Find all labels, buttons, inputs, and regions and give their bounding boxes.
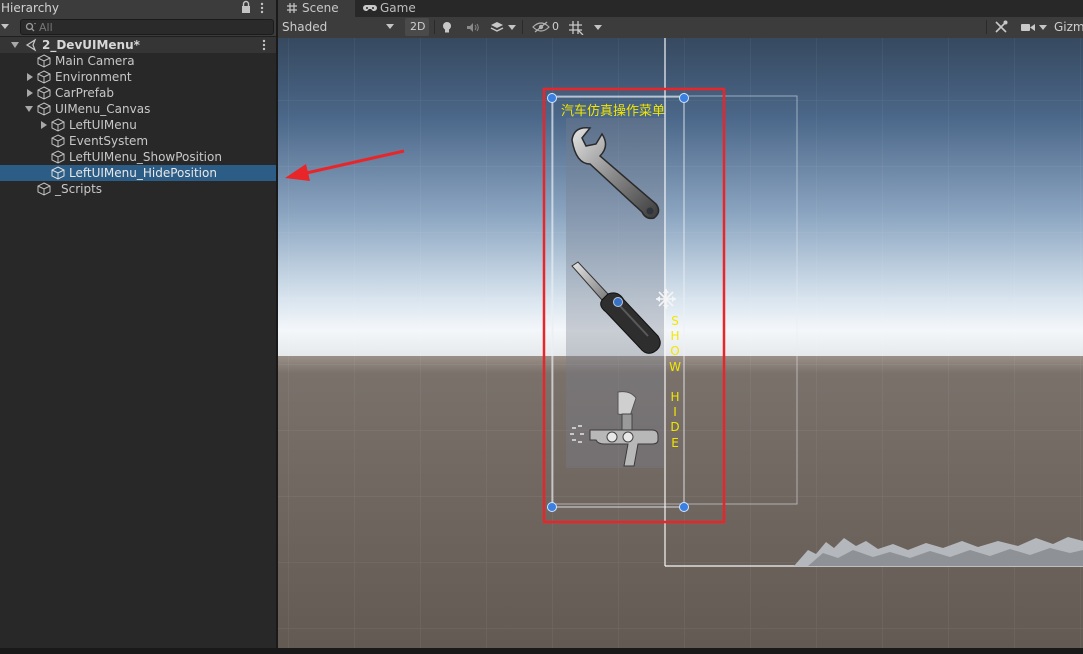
ui-menu-title: 汽车仿真操作菜单 [561,104,666,119]
unity-scene-icon [25,38,37,52]
move-gizmo-icon[interactable] [655,288,677,310]
tools-crossed-icon [995,20,1008,33]
wrench-icon[interactable] [568,124,664,220]
speaker-icon [467,23,479,32]
scene-toolbar: Shaded 2D 0 Gizm [278,17,1083,39]
hierarchy-item-label: Environment [55,70,132,84]
chevron-down-icon [508,25,516,30]
rect-handle-bottom-left[interactable] [547,502,557,512]
panel-menu-icon[interactable] [257,1,267,15]
spray-gun-icon[interactable] [568,390,664,470]
hidden-eye-icon [532,21,550,33]
scene-root-row[interactable]: 2_DevUIMenu* [0,37,276,53]
toolbar-divider [522,20,523,34]
hierarchy-item-label: Main Camera [55,54,135,68]
tab-game[interactable]: Game [355,0,435,17]
hierarchy-item-scripts[interactable]: _Scripts [0,181,276,197]
expand-arrow-open-icon[interactable] [25,105,33,113]
gameobject-cube-icon [51,150,65,164]
scene-viewport[interactable]: 汽车仿真操作菜单 S H O W H I D E [278,38,1083,648]
chevron-down-icon [1039,25,1047,30]
grid-hash-icon [287,3,297,13]
lightbulb-icon [443,22,451,33]
pivot-handle[interactable] [613,297,623,307]
gizmos-label: Gizmos [1054,20,1083,34]
rect-handle-top-left[interactable] [547,93,557,103]
toggle-2d-button[interactable]: 2D [405,18,429,36]
show-hide-toggle[interactable]: S H O W H I D E [669,314,681,451]
hierarchy-item-label: _Scripts [55,182,103,196]
hierarchy-item-leftuimenu-hideposition[interactable]: LeftUIMenu_HidePosition [0,165,276,181]
hierarchy-item-eventsystem[interactable]: EventSystem [0,133,276,149]
hierarchy-item-leftuimenu-showposition[interactable]: LeftUIMenu_ShowPosition [0,149,276,165]
annotation-arrow-icon [285,149,405,181]
chevron-down-icon [594,25,602,30]
toolbar-divider [986,20,987,34]
hierarchy-panel: Hierarchy 2_DevUIMenu* Main Ca [0,0,276,648]
scene-tools-button[interactable] [992,18,1010,36]
expand-arrow-closed-icon[interactable] [26,73,34,81]
hierarchy-search-input[interactable] [39,20,259,34]
scene-visibility-toggle[interactable]: 0 [528,18,562,36]
gameobject-cube-icon [51,166,65,180]
hierarchy-tab[interactable]: Hierarchy [0,0,276,18]
gameobject-cube-icon [37,182,51,196]
expand-arrow-open-icon[interactable] [11,41,19,49]
video-camera-icon [1021,24,1035,31]
expand-arrow-closed-icon[interactable] [40,121,48,129]
rect-handle-top-right[interactable] [679,93,689,103]
grid-snap-icon [569,21,584,35]
gameobject-cube-icon [51,134,65,148]
expand-arrow-closed-icon[interactable] [26,89,34,97]
scene-audio-toggle[interactable] [464,18,482,36]
toggle-2d-label: 2D [410,20,426,33]
grid-snapping-dropdown[interactable] [566,18,606,36]
hierarchy-tab-title: Hierarchy [1,1,60,15]
scene-name: 2_DevUIMenu* [42,38,140,52]
hierarchy-item-label: LeftUIMenu [69,118,137,132]
rect-handle-bottom-right[interactable] [679,502,689,512]
hierarchy-search-field[interactable] [20,19,274,35]
gizmos-dropdown[interactable]: Gizmos [1050,18,1083,36]
gameobject-cube-icon [37,86,51,100]
toolbar-divider [434,20,435,34]
hierarchy-toolbar [0,17,276,37]
gameobject-cube-icon [37,70,51,84]
tab-game-label: Game [380,1,416,15]
scene-lighting-toggle[interactable] [438,18,456,36]
scene-tabbar: Scene Game [278,0,1083,17]
hierarchy-item-label: UIMenu_Canvas [55,102,151,116]
gameobject-cube-icon [37,54,51,68]
scene-panel: Scene Game Shaded 2D 0 Gizm 汽车仿真操作菜单 S H… [278,0,1083,648]
tab-scene-label: Scene [302,1,339,15]
hierarchy-item-label: LeftUIMenu_HidePosition [69,166,217,180]
scene-camera-dropdown[interactable] [1018,18,1050,36]
hidden-objects-count: 0 [552,20,559,33]
scene-menu-icon[interactable] [259,39,269,51]
hierarchy-item-carprefab[interactable]: CarPrefab [0,85,276,101]
add-dropdown-caret-icon[interactable] [0,21,10,31]
scene-effects-dropdown[interactable] [488,18,516,36]
gamepad-icon [363,5,377,11]
hierarchy-item-label: EventSystem [69,134,149,148]
shading-mode-value: Shaded [282,20,328,34]
gameobject-cube-icon [37,102,51,116]
screwdriver-icon[interactable] [568,260,664,356]
shading-mode-dropdown[interactable]: Shaded [278,17,398,37]
hierarchy-item-environment[interactable]: Environment [0,69,276,85]
hierarchy-item-uimenu-canvas[interactable]: UIMenu_Canvas [0,101,276,117]
tab-scene[interactable]: Scene [278,0,355,17]
layers-effects-icon [490,22,504,32]
hierarchy-item-leftuimenu[interactable]: LeftUIMenu [0,117,276,133]
hierarchy-item-label: CarPrefab [55,86,114,100]
gameobject-cube-icon [51,118,65,132]
chevron-down-icon [386,24,394,29]
hierarchy-item-label: LeftUIMenu_ShowPosition [69,150,222,164]
search-icon [25,22,36,32]
bottom-status-strip [0,648,1083,654]
hierarchy-item-main-camera[interactable]: Main Camera [0,53,276,69]
lock-icon[interactable] [241,0,251,14]
